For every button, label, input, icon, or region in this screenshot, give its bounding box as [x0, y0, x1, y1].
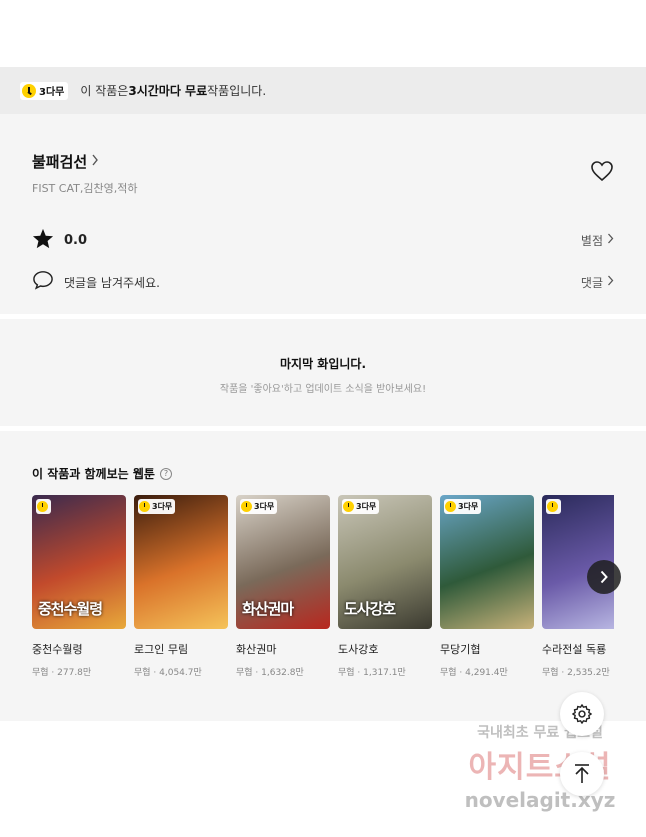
rating-link-label: 별점 [580, 234, 603, 248]
watermark-line1: 국내최초 무료 웹소설 [477, 725, 603, 741]
clock-icon [547, 501, 558, 512]
recommendation-title-text: 이 작품과 함께보는 웹툰 [32, 467, 155, 481]
free-badge: 3다무 [342, 499, 380, 514]
comment-placeholder: 댓글을 남겨주세요. [64, 275, 160, 290]
free-badge-label: 3다무 [152, 502, 173, 511]
webtoon-card[interactable]: 3다무무당기협무협 · 4,291.4만 [440, 495, 534, 695]
watermark: 국내최초 무료 웹소설 아지트소설 novelagit.xyz [440, 722, 640, 812]
recommendation-list: 중천수월령 중천수월령 무협 · 277.8만 3다무 로그인 무림 무협 · 4,054… [32, 495, 614, 695]
webtoon-title: 도사강호 [338, 643, 379, 656]
free-badge [546, 499, 561, 514]
comment-link-label: 댓글 [580, 275, 603, 290]
webtoon-card[interactable]: 중천수월령 중천수월령 무협 · 277.8만 [32, 495, 126, 695]
webtoon-card[interactable]: 3다무로그인 무림무협 · 4,054.7만 [134, 495, 228, 695]
webtoon-cover-logo: 중천수월령 [38, 600, 103, 618]
banner-suffix: 작품입니다. [207, 84, 267, 98]
free-badge: 3다무 [444, 499, 482, 514]
chevron-right-icon [600, 570, 608, 584]
clock-icon [139, 501, 150, 512]
banner-highlight: 3시간마다 무료 [128, 84, 208, 98]
scroll-top-button[interactable] [560, 752, 604, 796]
webtoon-meta: 무협 · 2,535.2만 [542, 668, 610, 678]
rating-value: 0.0 [64, 233, 88, 248]
recommendation-section: 이 작품과 함께보는 웹툰 ? 중천수월령 중천수월령 무협 · 277.8만 3다무… [0, 431, 646, 721]
webtoon-title: 수라전설 독룡 [542, 643, 607, 656]
webtoon-thumbnail: 3다무 [440, 495, 534, 629]
webtoon-title: 화산권마 [236, 643, 277, 656]
free-badge: 3다무 [138, 499, 176, 514]
chevron-right-icon [607, 275, 614, 290]
webtoon-cover-logo: 화산권마 [242, 600, 294, 618]
webtoon-meta: 무협 · 1,317.1만 [338, 668, 406, 678]
clock-icon [241, 501, 252, 512]
chevron-right-icon [91, 154, 99, 170]
comment-row[interactable]: 댓글을 남겨주세요. 댓글 [32, 270, 614, 294]
webtoon-meta: 무협 · 1,632.8만 [236, 668, 304, 678]
webtoon-card[interactable]: 3다무 화산권마 화산권마 무협 · 1,632.8만 [236, 495, 330, 695]
free-badge [36, 499, 51, 514]
webtoon-title: 중천수월령 [32, 643, 83, 656]
arrow-up-icon [575, 764, 589, 783]
rating-row: 0.0 별점 [32, 228, 614, 253]
free-badge-label: 3다무 [254, 502, 275, 511]
speech-bubble-icon [32, 270, 54, 294]
clock-icon [22, 83, 36, 98]
settings-button[interactable] [560, 692, 604, 736]
watermark-line2: 아지트소설 [468, 750, 612, 785]
free-badge-label: 3다무 [356, 502, 377, 511]
help-icon[interactable]: ? [159, 467, 172, 480]
banner-prefix: 이 작품은 [80, 84, 129, 98]
last-episode-title: 마지막 화입니다. [279, 357, 367, 371]
watermark-line3: novelagit.xyz [464, 788, 616, 812]
gear-icon [572, 704, 592, 724]
webtoon-thumbnail: 3다무도사강호 [338, 495, 432, 629]
last-episode-notice: 마지막 화입니다. 작품을 '좋아요'하고 업데이트 소식을 받아보세요! [0, 319, 646, 426]
top-spacer [0, 0, 646, 67]
clock-icon [37, 501, 48, 512]
heart-icon[interactable] [590, 160, 613, 186]
webtoon-meta: 무협 · 4,291.4만 [440, 668, 508, 678]
work-title-link[interactable]: 불패검선 [32, 114, 614, 172]
webtoon-thumbnail: 중천수월령 [32, 495, 126, 629]
chevron-right-icon [607, 233, 614, 248]
webtoon-meta: 무협 · 277.8만 [32, 668, 92, 678]
last-episode-subtitle: 작품을 '좋아요'하고 업데이트 소식을 받아보세요! [219, 384, 427, 395]
webtoon-card[interactable]: 3다무 도사강호 도사강호 무협 · 1,317.1만 [338, 495, 432, 695]
work-authors: FIST CAT,김찬영,적하 [32, 182, 138, 195]
webtoon-thumbnail: 3다무 [134, 495, 228, 629]
carousel-next-button[interactable] [587, 560, 621, 594]
free-badge-label: 3다무 [458, 502, 479, 511]
free-badge: 3다무 [240, 499, 278, 514]
webtoon-title: 무당기협 [440, 643, 481, 656]
webtoon-thumbnail: 3다무화산권마 [236, 495, 330, 629]
free-badge: 3다무 [20, 81, 69, 100]
clock-icon [445, 501, 456, 512]
free-badge-label: 3다무 [39, 87, 65, 98]
rating-link[interactable]: 별점 [581, 232, 614, 249]
webtoon-meta: 무협 · 4,054.7만 [134, 668, 202, 678]
recommendation-title: 이 작품과 함께보는 웹툰 ? [32, 431, 646, 482]
webtoon-title: 로그인 무림 [134, 643, 189, 656]
work-title: 불패검선 [32, 153, 88, 171]
webtoon-cover-logo: 도사강호 [344, 600, 396, 618]
webtoon-card[interactable]: 수라전설 독룡무협 · 2,535.2만 [542, 495, 614, 695]
free-notice-banner: 3다무 이 작품은 3시간마다 무료 작품입니다. [0, 67, 646, 114]
comment-link[interactable]: 댓글 [581, 274, 614, 291]
clock-icon [343, 501, 354, 512]
star-icon [32, 228, 54, 253]
